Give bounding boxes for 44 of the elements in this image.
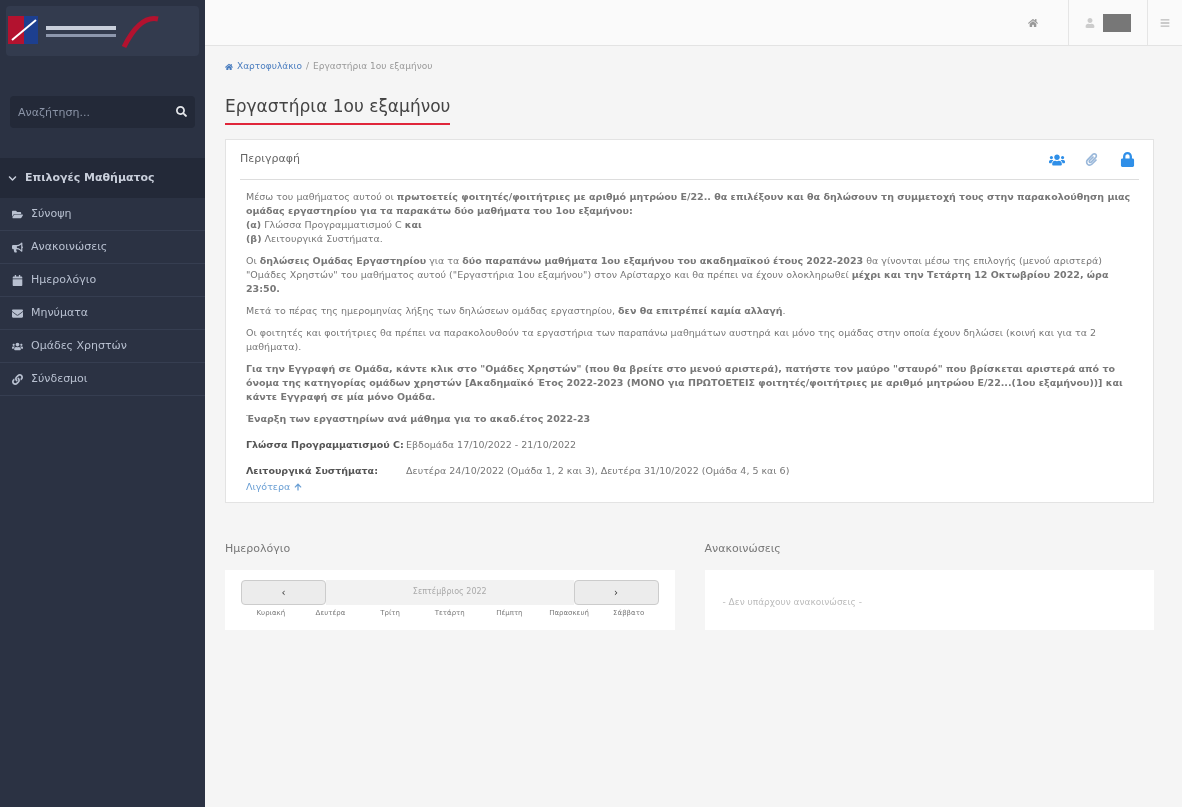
megaphone-icon xyxy=(12,241,23,253)
description-paragraph: Για την Εγγραφή σε Ομάδα, κάντε κλικ στο "Ομάδες Χρηστών" (που θα βρείτε στο μενού αριστερά), πατήστε τον μαύρο "σταυρό" που βρίσκεται αριστερά από το όνομα της κατηγορίας ομάδων χρηστών [Ακαδημαϊκό Έτος 2022-2023 (ΜΟΝΟ για ΠΡΩΤΟΕΤΕΙΣ φοιτητές/φοιτήτριες με αριθμό μητρώου Ε/22...(1ου εξαμήνου))] και κάντε Εγγραφή σε μία μόνο Ομάδα. xyxy=(246,362,1124,404)
course-name: Λειτουργικά Συστήματα: xyxy=(246,464,379,478)
home-icon[interactable] xyxy=(1028,17,1038,28)
previous-button[interactable]: ‹ xyxy=(241,579,326,605)
avatar-placeholder[interactable] xyxy=(1103,13,1131,32)
course-dates: Εβδομάδα 17/10/2022 - 21/10/2022 xyxy=(406,438,577,452)
lock-icon[interactable] xyxy=(1120,152,1135,167)
section-title: Ανακοινώσεις xyxy=(704,541,782,557)
menu-header[interactable]: Επιλογές Μαθήματος xyxy=(0,158,205,198)
sidebar-item[interactable]: Μηνύματα xyxy=(0,297,205,330)
calendar-icon xyxy=(12,274,23,286)
section-title: Ημερολόγιο xyxy=(225,541,292,557)
page-title: Εργαστήρια 1ου εξαμήνου xyxy=(225,93,451,125)
sidebar-item[interactable]: Ομάδες Χρηστών xyxy=(0,330,205,363)
breadcrumb-separator: / xyxy=(306,60,310,73)
sidebar-item[interactable]: Ημερολόγιο xyxy=(0,264,205,297)
course-dates: Δευτέρα 24/10/2022 (Ομάδα 1, 2 και 3), Δευτέρα 31/10/2022 (Ομάδα 4, 5 και 6) xyxy=(406,464,790,478)
home-icon xyxy=(225,62,233,71)
breadcrumb-link[interactable]: Χαρτοφυλάκιο xyxy=(237,60,302,74)
course-name: Γλώσσα Προγραμματισμού C: xyxy=(246,438,405,452)
search-icon[interactable] xyxy=(176,106,187,117)
calendar-month: Σεπτέμβριος 2022 xyxy=(326,579,574,605)
search-field[interactable]: Αναζήτηση... xyxy=(10,96,195,128)
sidebar-item[interactable]: Σύνδεσμοι xyxy=(0,363,205,396)
description-paragraph: Οι δηλώσεις Ομάδας Εργαστηρίου για τα δύο παραπάνω μαθήματα 1ου εξαμήνου του ακαδημαϊκού έτους 2022-2023 θα γίνονται μέσω της επιλογής (μενού αριστερά) "Ομάδες Χρηστών" του μαθήματος αυτού ("Εργαστήρια 1ου εξαμήνου") στον Αρίσταρχο και θα πρέπει να έχουν ολοκληρωθεί μέχρι και την Τετάρτη 12 Οκτωβρίου 2022, ώρα 23:50. xyxy=(246,254,1110,296)
link-icon xyxy=(12,373,23,385)
chevron-down-icon xyxy=(8,173,17,183)
card-title: Περιγραφή xyxy=(240,151,301,168)
arrow-up-icon xyxy=(294,483,303,491)
sidebar-item[interactable]: Ανακοινώσεις xyxy=(0,231,205,264)
description-paragraph: (β) Λειτουργικά Συστήματα. xyxy=(246,232,384,246)
description-paragraph: (α) Γλώσσα Προγραμματισμού C και xyxy=(246,218,423,232)
empty-message: - Δεν υπάρχουν ανακοινώσεις - xyxy=(722,596,862,607)
description-paragraph: Μετά το πέρας της ημερομηνίας λήξης των δηλώσεων ομάδας εργαστηρίου, δεν θα επιτρέπεί καμία αλλαγή. xyxy=(246,304,787,318)
description-paragraph: Οι φοιτητές και φοιτήτριες θα πρέπει να παρακολουθούν τα εργαστήρια των παραπάνω μαθημάτων αυστηρά και μόνο της ομάδας στην οποία έχουν δηλώσει (κοινή και για τα 2 μαθήματα). xyxy=(246,326,1098,354)
description-paragraph: Μέσω του μαθήματος αυτού οι πρωτοετείς φοιτητές/φοιτήτριες με αριθμό μητρώου Ε/22.. θα επιλέξουν και θα δηλώσουν τη συμμετοχή τους στην παρακολούθηση μιας ομάδας εργαστηρίου για τα παρακάτω δύο μαθήματα του 1ου εξαμήνου: xyxy=(246,190,1132,218)
next-button[interactable]: › xyxy=(573,579,659,605)
paperclip-icon[interactable] xyxy=(1085,153,1098,166)
sidebar-item[interactable]: Σύνοψη xyxy=(0,198,205,231)
description-paragraph: Έναρξη των εργαστηρίων ανά μάθημα για το ακαδ.έτος 2022-23 xyxy=(246,412,592,426)
envelope-icon xyxy=(12,307,23,319)
users-icon xyxy=(12,340,23,352)
folder-icon xyxy=(12,208,23,220)
